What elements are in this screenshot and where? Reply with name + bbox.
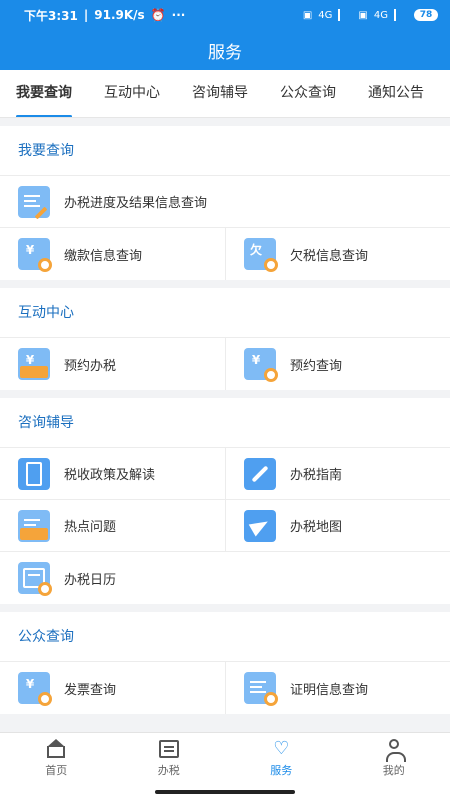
status-right: ▣ 4G ▣ 4G 78 xyxy=(303,9,438,21)
cell-label: 预约查询 xyxy=(290,358,343,374)
user-icon xyxy=(383,739,406,762)
signal-icon-2 xyxy=(394,9,408,21)
home-icon xyxy=(45,739,67,759)
section-row: 办税日历 xyxy=(0,552,450,604)
status-time: 下午3:31 xyxy=(24,8,78,23)
nav-label: 服务 xyxy=(270,764,293,777)
certificate-query-button[interactable]: 证明信息查询 xyxy=(225,662,450,714)
section-row: 热点问题 办税地图 xyxy=(0,500,450,552)
status-bar: 下午3:31 | 91.9K/s ⏰ ··· ▣ 4G ▣ 4G 78 xyxy=(0,0,450,30)
cell-label: 热点问题 xyxy=(64,520,117,535)
tab-consult-guide[interactable]: 咨询辅导 xyxy=(176,70,264,117)
tab-interaction-center[interactable]: 互动中心 xyxy=(88,70,176,117)
page-title-bar: 服务 xyxy=(0,30,450,70)
list-icon xyxy=(158,739,180,759)
invoice-query-button[interactable]: ¥ 发票查询 xyxy=(0,662,225,714)
section-title: 咨询辅导 xyxy=(0,398,450,448)
section-my-query: 我要查询 办税进度及结果信息查询 ¥ 缴款信息查询 欠 欠税信息查询 xyxy=(0,126,450,280)
yen-search-icon: ¥ xyxy=(244,348,278,382)
tax-progress-query-button[interactable]: 办税进度及结果信息查询 xyxy=(0,176,450,227)
status-speed: 91.9K/s xyxy=(94,8,145,22)
section-consult-guide: 咨询辅导 税收政策及解读 办税指南 热点问题 办税地图 办税日历 xyxy=(0,398,450,604)
status-divider: | xyxy=(83,8,89,22)
tax-policy-button[interactable]: 税收政策及解读 xyxy=(0,448,225,499)
cell-label: 办税日历 xyxy=(64,572,117,588)
section-public-query: 公众查询 ¥ 发票查询 证明信息查询 xyxy=(0,612,450,714)
compass-icon xyxy=(244,457,276,490)
yen-search-icon: ¥ xyxy=(18,672,52,706)
cell-label: 办税地图 xyxy=(290,520,343,535)
nav-mine[interactable]: 我的 xyxy=(338,733,450,784)
cell-label: 办税指南 xyxy=(290,468,343,483)
status-left: 下午3:31 | 91.9K/s ⏰ ··· xyxy=(24,7,185,24)
section-row: 办税进度及结果信息查询 xyxy=(0,176,450,228)
tab-my-query[interactable]: 我要查询 xyxy=(0,70,88,117)
cell-label: 缴款信息查询 xyxy=(64,248,143,264)
section-row: ¥ 缴款信息查询 欠 欠税信息查询 xyxy=(0,228,450,280)
book-icon xyxy=(18,457,50,490)
cell-label: 预约办税 xyxy=(64,358,117,374)
battery-icon: 78 xyxy=(414,9,438,21)
nav-label: 办税 xyxy=(157,764,180,777)
signal-icon-1 xyxy=(338,9,352,21)
cell-label: 欠税信息查询 xyxy=(290,248,369,264)
home-indicator[interactable] xyxy=(0,784,450,800)
content-scroll-area[interactable]: 我要查询 办税进度及结果信息查询 ¥ 缴款信息查询 欠 欠税信息查询 互动中心 … xyxy=(0,118,450,732)
section-row: ¥ 预约办税 ¥ 预约查询 xyxy=(0,338,450,390)
network-label-1: 4G xyxy=(318,9,333,21)
appointment-query-button[interactable]: ¥ 预约查询 xyxy=(225,338,450,390)
edit-form-icon xyxy=(18,185,50,219)
cell-label: 税收政策及解读 xyxy=(64,468,156,483)
heart-icon: ♡ xyxy=(273,738,290,759)
payment-info-query-button[interactable]: ¥ 缴款信息查询 xyxy=(0,228,225,280)
bottom-nav: 首页 办税 ♡ 服务 我的 xyxy=(0,732,450,784)
yen-tray-icon: ¥ xyxy=(18,348,50,380)
section-interaction-center: 互动中心 ¥ 预约办税 ¥ 预约查询 xyxy=(0,288,450,390)
inbox-icon xyxy=(18,509,50,542)
tab-bar: 我要查询 互动中心 咨询辅导 公众查询 通知公告 xyxy=(0,70,450,118)
appointment-tax-button[interactable]: ¥ 预约办税 xyxy=(0,338,225,390)
nav-label: 首页 xyxy=(45,764,68,777)
cell-label: 办税进度及结果信息查询 xyxy=(64,196,208,211)
alarm-icon: ⏰ xyxy=(150,8,166,22)
yen-search-icon: ¥ xyxy=(18,238,52,272)
owed-search-icon: 欠 xyxy=(244,238,278,272)
section-title: 互动中心 xyxy=(0,288,450,338)
tax-map-button[interactable]: 办税地图 xyxy=(225,500,450,551)
section-row: 税收政策及解读 办税指南 xyxy=(0,448,450,500)
sim-icon: ▣ xyxy=(302,9,313,21)
nav-tax[interactable]: 办税 xyxy=(113,733,226,784)
tax-calendar-button[interactable]: 办税日历 xyxy=(0,552,450,604)
status-more: ··· xyxy=(171,8,186,22)
network-label-2: 4G xyxy=(373,9,388,21)
section-row: ¥ 发票查询 证明信息查询 xyxy=(0,662,450,714)
nav-service[interactable]: ♡ 服务 xyxy=(225,733,338,784)
nav-home[interactable]: 首页 xyxy=(0,733,113,784)
tax-guide-button[interactable]: 办税指南 xyxy=(225,448,450,499)
tax-owed-query-button[interactable]: 欠 欠税信息查询 xyxy=(225,228,450,280)
nav-label: 我的 xyxy=(382,764,405,777)
tab-public-query[interactable]: 公众查询 xyxy=(264,70,352,117)
section-title: 我要查询 xyxy=(0,126,450,176)
sim-icon-2: ▣ xyxy=(358,9,368,21)
section-title: 公众查询 xyxy=(0,612,450,662)
send-icon xyxy=(244,509,276,542)
cell-label: 证明信息查询 xyxy=(290,682,369,698)
calendar-icon xyxy=(18,562,52,596)
document-search-icon xyxy=(244,672,278,706)
cell-label: 发票查询 xyxy=(64,682,117,698)
hot-issues-button[interactable]: 热点问题 xyxy=(0,500,225,551)
tab-notice[interactable]: 通知公告 xyxy=(352,70,440,117)
page-title: 服务 xyxy=(208,42,242,63)
